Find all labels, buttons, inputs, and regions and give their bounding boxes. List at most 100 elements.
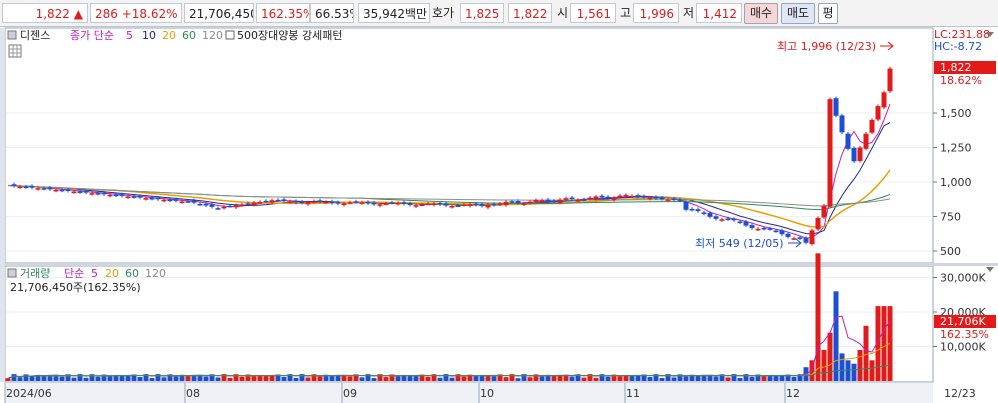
volume-bar: [827, 332, 833, 381]
volume-bar: [161, 377, 167, 381]
volume-bar: [11, 374, 17, 381]
candle-body: [791, 238, 797, 240]
last-volume-value: 21,706K: [940, 315, 986, 328]
candle-body: [575, 200, 581, 202]
candle-body: [479, 204, 485, 207]
candle-body: [179, 201, 185, 203]
candle-body: [515, 201, 521, 204]
candle-body: [785, 233, 791, 237]
volume-bar: [857, 349, 863, 381]
candle-body: [185, 201, 191, 203]
high-label: 최고 1,996 (12/23): [777, 40, 876, 53]
volume-bar: [383, 377, 389, 381]
volume-bar: [59, 376, 65, 381]
sell-button[interactable]: 매도: [781, 3, 815, 24]
panel-splitter[interactable]: [0, 263, 998, 266]
volume-bar: [305, 377, 311, 381]
candle-body: [347, 202, 353, 204]
candle-body: [263, 200, 269, 203]
volume-bar: [359, 377, 365, 381]
buy-button[interactable]: 매수: [744, 3, 778, 24]
volume-bar: [473, 375, 479, 381]
candle-body: [683, 201, 689, 210]
candle-body: [491, 203, 497, 206]
candle-body: [569, 197, 575, 200]
candle-body: [161, 199, 167, 202]
candle-body: [389, 202, 395, 204]
candle-body: [599, 195, 605, 198]
candle-body: [857, 147, 863, 161]
candle-body: [521, 203, 527, 205]
candle-body: [407, 203, 413, 205]
candle-body: [47, 187, 53, 190]
candle-body: [605, 196, 611, 199]
candle-body: [83, 190, 89, 193]
volume-bar: [647, 376, 653, 381]
candle-body: [695, 209, 701, 212]
volume-field: 21,706,450: [184, 3, 254, 23]
candle-body: [455, 205, 461, 207]
volume-bar: [371, 378, 377, 381]
candle-body: [173, 199, 179, 201]
date-tick-label: 12/23: [944, 387, 976, 400]
candle-body: [851, 147, 857, 162]
evaluation-button[interactable]: 평: [818, 3, 838, 24]
candle-body: [731, 218, 737, 221]
volume-axis: 10,000K20,000K30,000K: [933, 272, 986, 354]
high-label: 고: [620, 6, 632, 20]
volume-legend-ma-label: 단순: [64, 267, 84, 280]
candle-body: [875, 106, 881, 120]
volume-bar: [107, 375, 113, 381]
candle-body: [773, 230, 779, 233]
candle-body: [65, 189, 71, 191]
volume-legend-ma5: 5: [91, 267, 98, 280]
candle-body: [359, 202, 365, 204]
legend-ma5: 5: [126, 29, 133, 42]
legend-toggle-icon[interactable]: [7, 30, 17, 40]
candle-body: [473, 203, 479, 206]
candle-body: [635, 195, 641, 197]
legend-ma60: 60: [182, 29, 196, 42]
candle-body: [833, 98, 839, 116]
candle-body: [431, 203, 437, 205]
candle-body: [629, 195, 635, 198]
candle-body: [881, 92, 887, 108]
candle-body: [665, 199, 671, 201]
volume-bar: [713, 376, 719, 381]
low-label: 저: [683, 6, 695, 20]
bid-field: 1,822: [508, 3, 552, 23]
volume-bar: [671, 377, 677, 381]
candle-body: [251, 202, 257, 205]
candle-body: [845, 133, 851, 149]
candle-body: [701, 212, 707, 214]
volume-legend-toggle-icon[interactable]: [7, 268, 17, 278]
volume-bar: [869, 360, 875, 381]
candle-body: [461, 204, 467, 207]
date-tick-label: 11: [626, 387, 640, 400]
up-arrow-icon: ▲: [73, 7, 83, 21]
open-label: 시: [557, 6, 569, 20]
price-tick-label: 500: [940, 245, 961, 258]
volume-tick-label: 10,000K: [940, 341, 986, 354]
candle-body: [311, 201, 317, 203]
volume-bar: [863, 325, 869, 381]
volume-bar: [449, 377, 455, 381]
candle-body: [293, 201, 299, 203]
candle-body: [797, 237, 803, 239]
volume-legend-ma120: 120: [145, 267, 166, 280]
candle-body: [863, 133, 869, 149]
grid-toggle-icon[interactable]: [8, 44, 22, 58]
volume-bar: [335, 375, 341, 381]
volume-bar: [503, 377, 509, 381]
candle-body: [125, 196, 131, 198]
stock-chart[interactable]: 디젠스 종가 단순 5 10 20 60 120 500장대양봉 강세패턴 거래…: [0, 27, 998, 403]
candle-body: [659, 197, 665, 200]
low-label: 최저 549 (12/05): [695, 237, 784, 250]
volume-bar: [815, 253, 821, 381]
volume-bar: [791, 376, 797, 381]
candle-body: [107, 194, 113, 197]
volume-bar: [581, 377, 587, 381]
left-gutter: [0, 28, 5, 382]
candle-body: [497, 203, 503, 206]
volume-bar: [479, 375, 485, 381]
